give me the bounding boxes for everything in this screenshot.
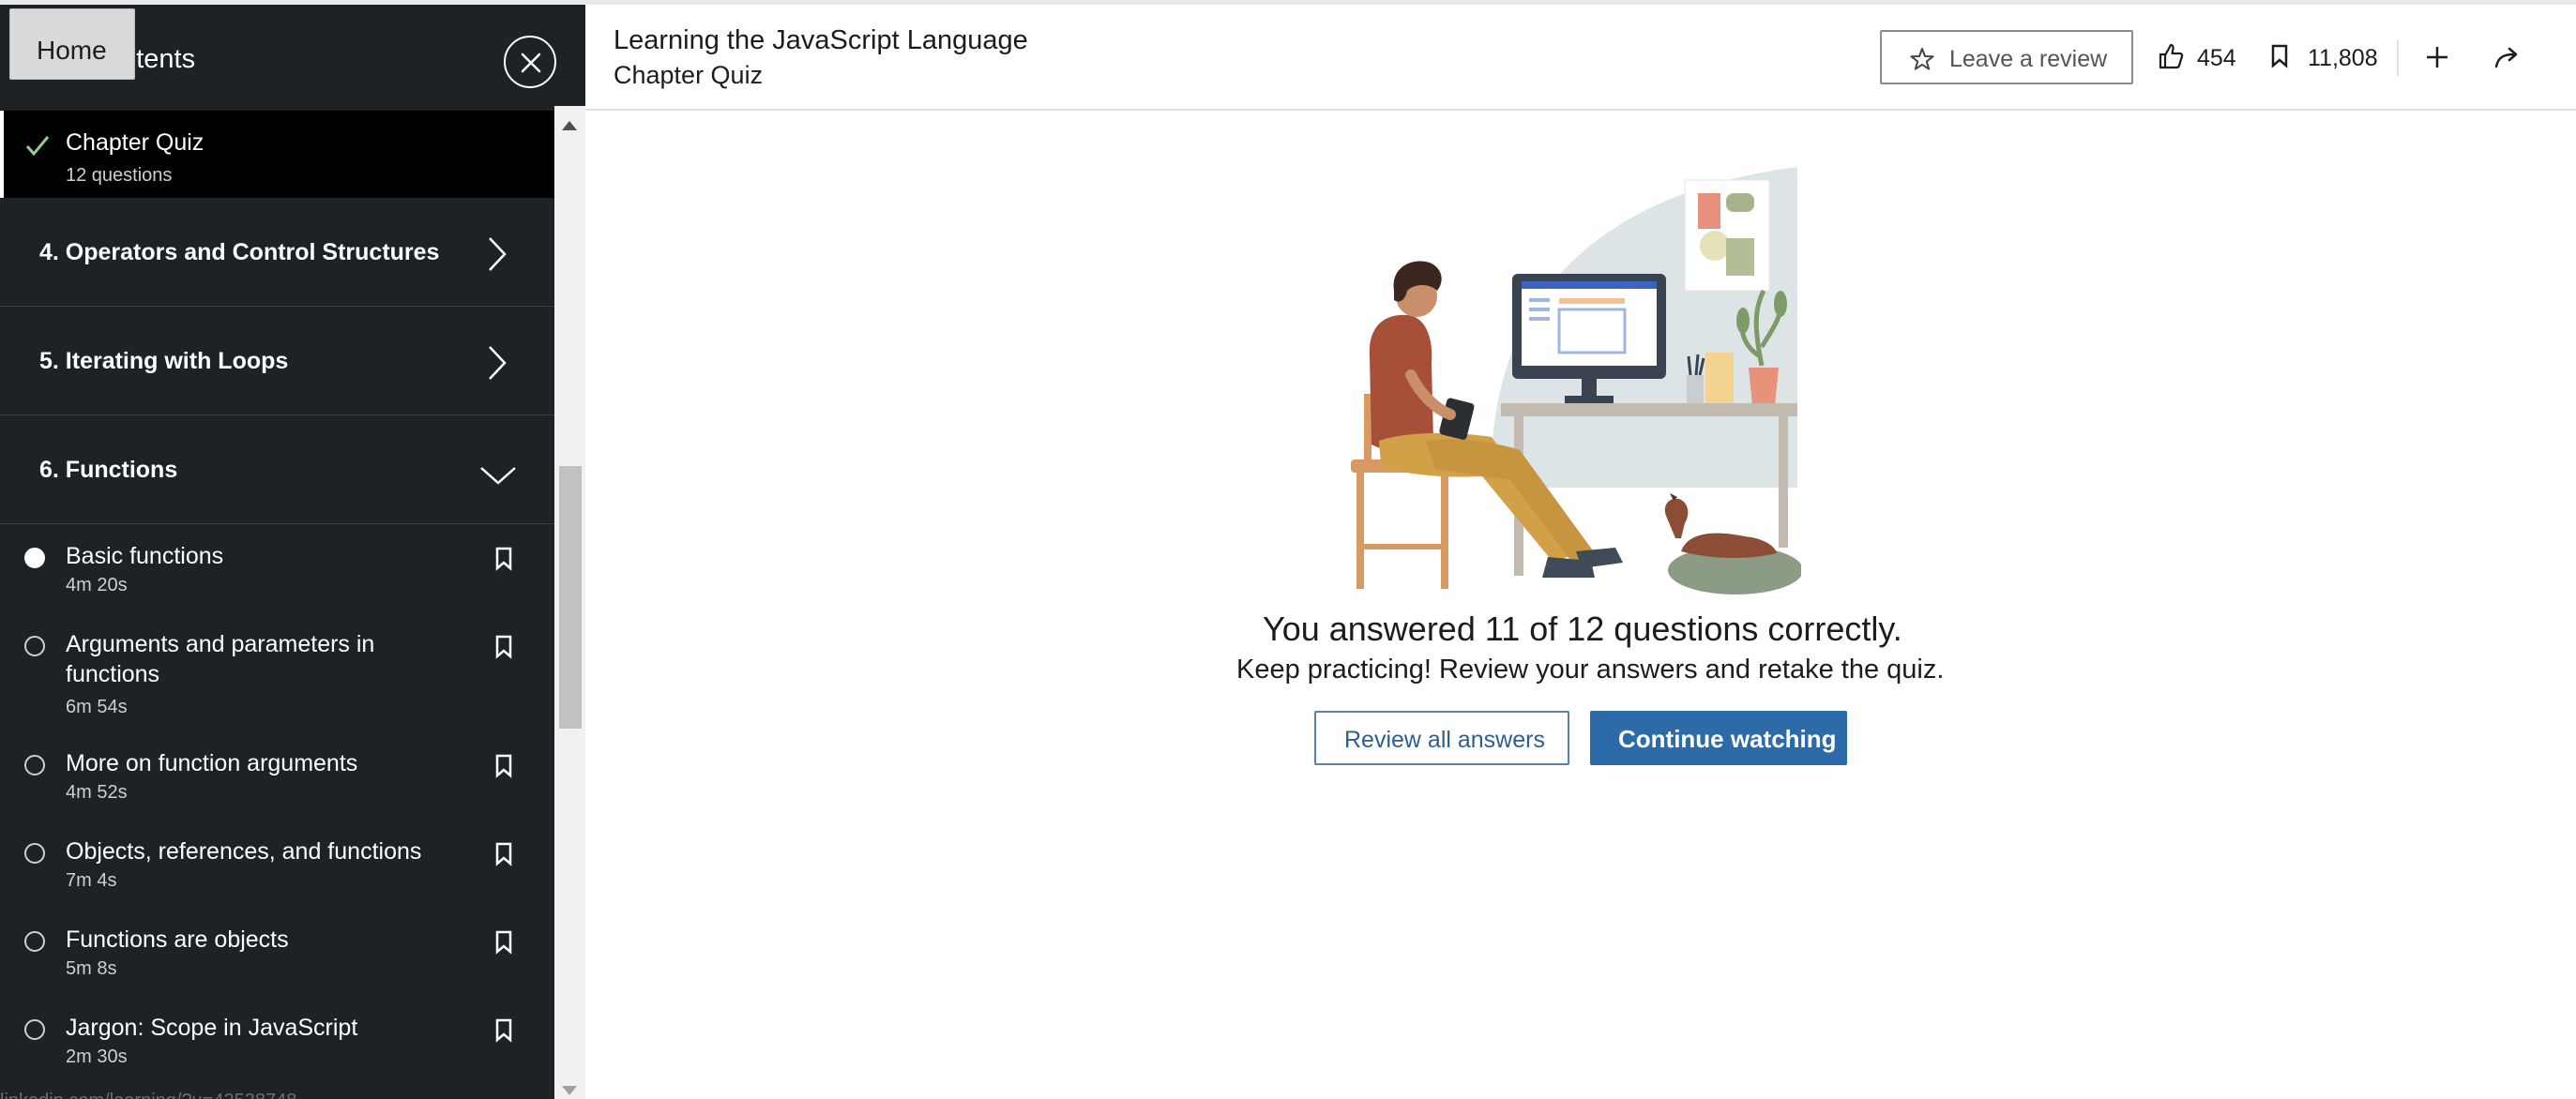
course-header: Learning the JavaScript Language Chapter… — [585, 5, 2576, 111]
share-icon[interactable] — [2493, 46, 2522, 68]
continue-watching-label: Continue watching — [1618, 725, 1837, 753]
bookmark-icon[interactable] — [494, 547, 513, 571]
bookmark-icon[interactable] — [494, 754, 513, 778]
chevron-down-icon — [480, 467, 516, 485]
bookmark-icon[interactable] — [494, 1018, 513, 1043]
course-title: Learning the JavaScript Language — [614, 25, 1028, 55]
header-divider — [2397, 40, 2399, 76]
scroll-down-arrow[interactable] — [562, 1086, 577, 1095]
continue-watching-button[interactable]: Continue watching — [1590, 711, 1847, 765]
lesson-title: Functions are objects — [66, 926, 289, 953]
chevron-right-icon — [489, 237, 507, 271]
lesson-duration: 5m 8s — [66, 958, 117, 979]
chapter-title: 6. Functions — [39, 457, 178, 483]
lesson-progress-dot — [24, 843, 45, 864]
review-all-answers-label: Review all answers — [1344, 727, 1545, 753]
bookmark-icon[interactable] — [494, 930, 513, 955]
quiz-complete-illustration — [1351, 167, 1801, 595]
lesson-duration: 6m 54s — [66, 697, 128, 717]
thumbs-up-icon[interactable] — [2158, 42, 2184, 70]
leave-review-button[interactable]: Leave a review — [1880, 30, 2133, 84]
sidebar-header: Contents Home — [0, 5, 585, 111]
bookmark-icon[interactable] — [2270, 44, 2289, 68]
lesson-duration: 4m 20s — [66, 575, 128, 595]
sidebar-scrollbar[interactable] — [554, 106, 585, 1099]
contents-sidebar: Contents Home Chapter Quiz 12 questions … — [0, 5, 585, 1099]
chevron-right-icon — [489, 346, 507, 380]
add-icon[interactable] — [2424, 44, 2450, 70]
lesson-progress-dot — [24, 931, 45, 952]
lesson-duration: 7m 4s — [66, 870, 117, 891]
lesson-title: Jargon: Scope in JavaScript — [66, 1015, 358, 1041]
like-count: 454 — [2197, 45, 2236, 71]
scroll-up-arrow[interactable] — [562, 121, 577, 130]
chapter-loops[interactable]: 5. Iterating with Loops — [0, 307, 554, 415]
chapter-title: 5. Iterating with Loops — [39, 348, 289, 374]
sidebar-item-chapter-quiz[interactable]: Chapter Quiz 12 questions — [0, 111, 554, 198]
lesson-title: Basic functions — [66, 543, 224, 569]
lesson-title: Arguments and parameters in functions — [66, 631, 375, 687]
bookmark-icon[interactable] — [494, 635, 513, 659]
lesson-progress-dot — [24, 636, 45, 656]
scrollbar-thumb[interactable] — [559, 466, 582, 729]
check-icon — [25, 136, 50, 157]
chapter-operators[interactable]: 4. Operators and Control Structures — [0, 198, 554, 307]
chapter-title: 4. Operators and Control Structures — [39, 239, 440, 265]
lesson-duration: 2m 30s — [66, 1046, 128, 1067]
lesson-duration: 4m 52s — [66, 782, 128, 803]
home-tooltip: Home — [9, 8, 135, 80]
close-icon — [521, 53, 541, 73]
quiz-title: Chapter Quiz — [66, 129, 205, 156]
quiz-score-headline: You answered 11 of 12 questions correctl… — [1263, 610, 1902, 648]
section-title: Chapter Quiz — [614, 61, 764, 89]
status-bar-url: linkedin.com/learning/?u=42538748 — [0, 1091, 554, 1099]
close-sidebar-button[interactable] — [504, 36, 556, 88]
star-icon — [1910, 48, 1934, 70]
lesson-title: Objects, references, and functions — [66, 838, 422, 865]
contents-list: Chapter Quiz 12 questions 4. Operators a… — [0, 111, 554, 1099]
bookmark-icon[interactable] — [494, 842, 513, 866]
lesson-title: More on function arguments — [66, 750, 358, 776]
save-count: 11,808 — [2308, 45, 2378, 71]
quiz-question-count: 12 questions — [66, 165, 173, 186]
lesson-progress-dot — [24, 755, 45, 775]
lesson-progress-dot — [24, 1019, 45, 1040]
leave-review-label: Leave a review — [1949, 46, 2108, 72]
quiz-feedback-message: Keep practicing! Review your answers and… — [1236, 655, 1945, 685]
review-all-answers-button[interactable]: Review all answers — [1314, 711, 1569, 765]
chapter-functions[interactable]: 6. Functions — [0, 415, 554, 524]
home-tooltip-text: Home — [37, 36, 107, 65]
lesson-progress-dot — [24, 548, 45, 568]
